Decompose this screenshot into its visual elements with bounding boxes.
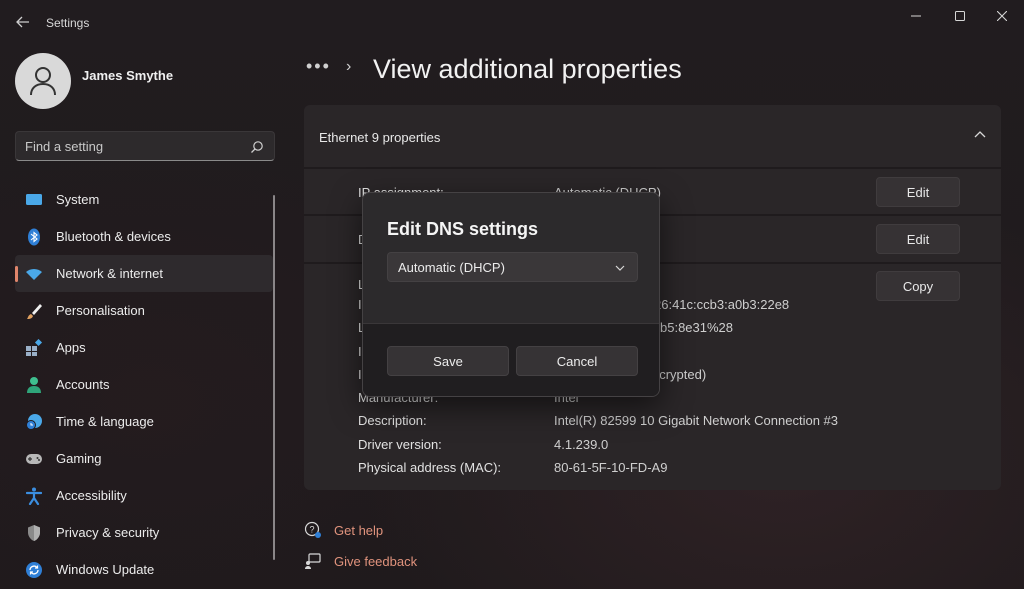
sidebar-item-bluetooth[interactable]: Bluetooth & devices (15, 218, 273, 255)
minimize-icon (911, 15, 921, 17)
get-help-link[interactable]: ? Get help (304, 521, 383, 539)
windows-update-icon (25, 561, 43, 579)
title-bar: Settings (0, 0, 1024, 44)
sidebar-item-gaming[interactable]: Gaming (15, 440, 273, 477)
sidebar-item-label: Privacy & security (56, 525, 160, 540)
maximize-icon (955, 11, 965, 21)
search-icon[interactable] (250, 140, 264, 154)
copy-button[interactable]: Copy (876, 271, 960, 301)
sidebar-item-label: Network & internet (56, 266, 163, 281)
sidebar-item-label: Personalisation (56, 303, 145, 318)
dns-assignment-select[interactable]: Automatic (DHCP) (387, 252, 638, 282)
gaming-icon (25, 450, 43, 468)
sidebar-item-label: Windows Update (56, 562, 155, 577)
network-icon (25, 265, 43, 283)
sidebar-item-label: Accounts (56, 377, 110, 392)
apps-icon (25, 338, 43, 357)
close-button[interactable] (980, 0, 1024, 32)
bluetooth-icon (25, 228, 43, 246)
user-name: James Smythe (82, 68, 174, 83)
prop-value: ncrypted) (652, 367, 707, 382)
give-feedback-link[interactable]: Give feedback (304, 552, 417, 570)
accounts-icon (25, 376, 43, 394)
edit-ip-button[interactable]: Edit (876, 177, 960, 207)
prop-value: 26:41c:ccb3:a0b3:22e8 (654, 297, 790, 312)
sidebar-item-network[interactable]: Network & internet (15, 255, 273, 292)
time-language-icon (25, 413, 43, 431)
prop-label: Description: (358, 413, 427, 428)
minimize-button[interactable] (894, 0, 938, 32)
chevron-down-icon (615, 265, 625, 271)
sidebar-item-personalisation[interactable]: Personalisation (15, 292, 273, 329)
card-title: Ethernet 9 properties (319, 130, 441, 145)
sidebar-item-label: Bluetooth & devices (56, 229, 171, 244)
card-header[interactable]: Ethernet 9 properties (304, 105, 1001, 167)
breadcrumb-more-button[interactable]: ••• (306, 56, 331, 77)
select-value: Automatic (DHCP) (398, 260, 505, 275)
sidebar-item-label: Gaming (56, 451, 102, 466)
dialog-footer: Save Cancel (363, 323, 659, 396)
feedback-icon (304, 552, 322, 570)
back-arrow-icon (16, 16, 29, 28)
accessibility-icon (25, 487, 43, 505)
sidebar-item-apps[interactable]: Apps (15, 329, 273, 366)
app-title: Settings (46, 16, 90, 30)
sidebar-item-label: Apps (56, 340, 86, 355)
sidebar-item-windows-update[interactable]: Windows Update (15, 551, 273, 588)
prop-value: Intel(R) 82599 10 Gigabit Network Connec… (554, 413, 838, 428)
prop-value: b5:8e31%28 (660, 320, 734, 335)
sidebar-item-label: Accessibility (56, 488, 127, 503)
save-button[interactable]: Save (387, 346, 509, 376)
close-icon (997, 11, 1007, 21)
user-icon (30, 67, 56, 96)
sidebar-item-label: System (56, 192, 100, 207)
prop-value: 4.1.239.0 (554, 437, 609, 452)
edit-dns-button[interactable]: Edit (876, 224, 960, 254)
help-icon: ? (304, 521, 322, 539)
cancel-button[interactable]: Cancel (516, 346, 638, 376)
sidebar-item-privacy-security[interactable]: Privacy & security (15, 514, 273, 551)
get-help-label: Get help (334, 522, 384, 538)
edit-dns-dialog: Edit DNS settings Automatic (DHCP) Save … (362, 192, 660, 397)
avatar[interactable] (15, 53, 71, 109)
svg-text:?: ? (309, 525, 314, 535)
dialog-title: Edit DNS settings (387, 219, 539, 239)
prop-label: Driver version: (358, 437, 442, 452)
prop-label: Physical address (MAC): (358, 460, 502, 475)
give-feedback-label: Give feedback (334, 553, 418, 569)
breadcrumb-chevron-icon: › (346, 58, 352, 75)
maximize-button[interactable] (938, 0, 982, 32)
search-box[interactable] (15, 131, 275, 161)
sidebar-item-accessibility[interactable]: Accessibility (15, 477, 273, 514)
sidebar-item-system[interactable]: System (15, 181, 273, 218)
brush-icon (25, 302, 43, 320)
sidebar-item-time-language[interactable]: Time & language (15, 403, 273, 440)
back-button[interactable] (10, 10, 36, 34)
divider (304, 167, 1001, 169)
sidebar-item-accounts[interactable]: Accounts (15, 366, 273, 403)
shield-icon (25, 524, 43, 542)
page-title: View additional properties (373, 54, 682, 84)
prop-value: 80-61-5F-10-FD-A9 (554, 460, 668, 475)
search-input[interactable] (25, 139, 235, 154)
chevron-up-icon[interactable] (972, 127, 988, 143)
sidebar-item-label: Time & language (56, 414, 154, 429)
system-icon (25, 191, 43, 209)
sidebar-scrollbar[interactable] (273, 195, 275, 560)
sidebar-nav: System Bluetooth & devices Network & int… (15, 181, 273, 588)
